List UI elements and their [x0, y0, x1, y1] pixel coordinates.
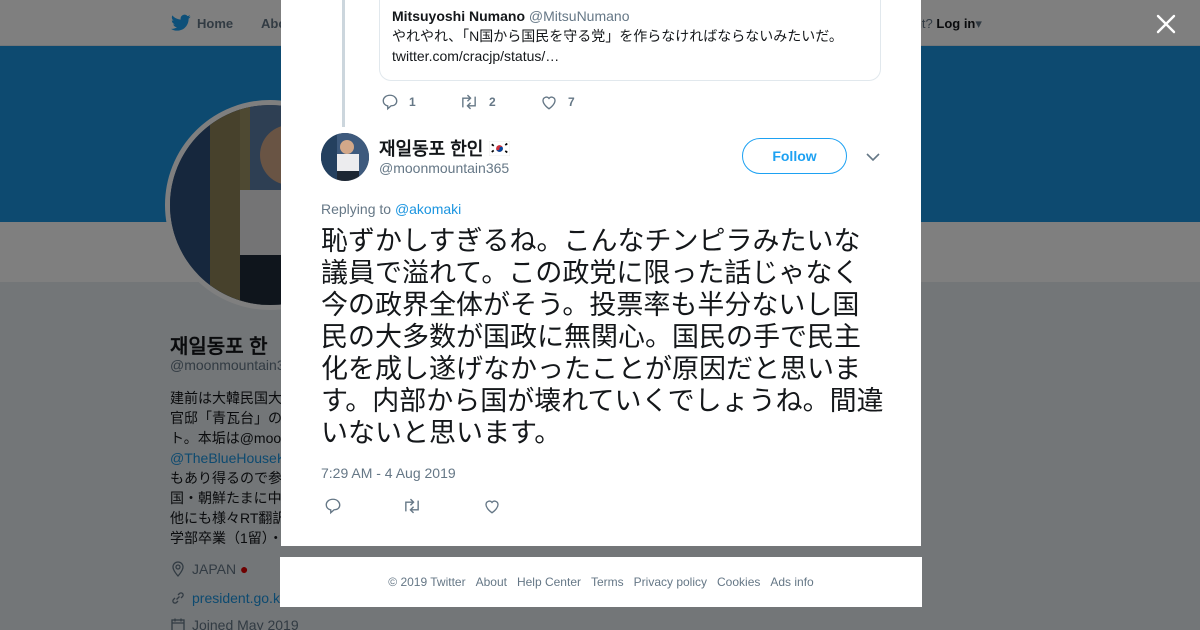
quoted-author-handle: @MitsuNumano	[528, 8, 630, 24]
like-icon	[485, 500, 499, 514]
reply-count: 1	[409, 95, 416, 109]
tweet-timestamp[interactable]: 7:29 AM - 4 Aug 2019	[321, 465, 456, 481]
like-icon	[542, 96, 556, 110]
footer-ads-link[interactable]: Ads info	[770, 575, 813, 589]
modal-footer: © 2019 Twitter About Help Center Terms P…	[280, 557, 922, 607]
quoted-tweet-link[interactable]: twitter.com/cracjp/status/…	[392, 46, 868, 66]
retweet-button[interactable]	[402, 497, 432, 515]
quoted-author-name: Mitsuyoshi Numano	[392, 8, 526, 24]
tweet-permalink-modal: Mitsuyoshi Numano @MitsuNumano やれやれ、「N国か…	[281, 0, 921, 546]
thread-connector-line	[342, 0, 345, 127]
replying-to-mention[interactable]: @akomaki	[395, 201, 461, 217]
author-avatar[interactable]	[321, 133, 369, 181]
reply-button[interactable]	[324, 497, 352, 515]
reply-icon	[325, 498, 341, 515]
quoted-tweet-author[interactable]: Mitsuyoshi Numano @MitsuNumano	[392, 8, 868, 24]
close-icon[interactable]	[1154, 12, 1178, 36]
footer-help-link[interactable]: Help Center	[517, 575, 581, 589]
footer-cookies-link[interactable]: Cookies	[717, 575, 760, 589]
author-name[interactable]: 재일동포 한인	[379, 135, 511, 161]
like-action[interactable]: 7	[540, 93, 575, 111]
footer-privacy-link[interactable]: Privacy policy	[634, 575, 707, 589]
retweet-icon	[405, 498, 419, 514]
author-avatar-image	[321, 133, 369, 181]
footer-terms-link[interactable]: Terms	[591, 575, 624, 589]
tweet-text: 恥ずかしすぎるね。こんなチンピラみたいな議員で溢れて。この政党に限った話じゃなく…	[321, 226, 884, 449]
chevron-down-icon[interactable]	[865, 150, 881, 164]
replying-prefix: Replying to	[321, 201, 392, 217]
korea-flag-icon	[489, 141, 511, 156]
quoted-tweet[interactable]: Mitsuyoshi Numano @MitsuNumano やれやれ、「N国か…	[379, 0, 881, 81]
reply-icon	[382, 94, 398, 111]
like-button[interactable]	[483, 497, 511, 515]
replying-to: Replying to @akomaki	[321, 201, 461, 217]
footer-copyright: © 2019 Twitter	[388, 575, 466, 589]
retweet-icon	[462, 94, 476, 110]
follow-button[interactable]: Follow	[742, 138, 847, 174]
quoted-tweet-text: やれやれ、「N国から国民を守る党」を作らなければならないみたいだ。	[392, 28, 843, 44]
retweet-count: 2	[489, 95, 496, 109]
retweet-action[interactable]: 2	[459, 93, 496, 111]
reply-action[interactable]: 1	[381, 93, 416, 111]
author-name-text: 재일동포 한인	[379, 139, 484, 159]
author-handle[interactable]: @moonmountain365	[379, 160, 509, 176]
footer-about-link[interactable]: About	[476, 575, 507, 589]
like-count: 7	[568, 95, 575, 109]
